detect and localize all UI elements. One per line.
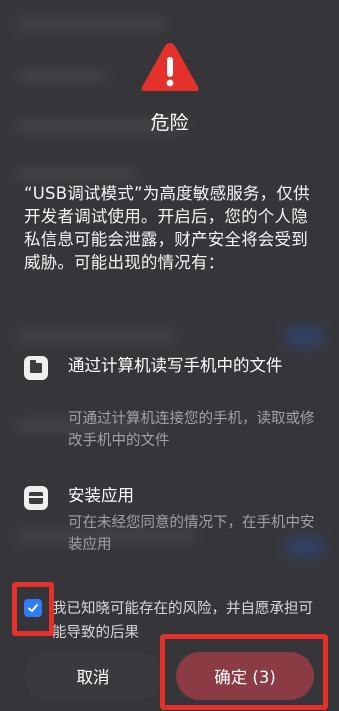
checkbox-highlight-box (12, 582, 54, 636)
usb-debugging-danger-dialog: 危险 “USB调试模式”为高度敏感服务，仅供开发者调试使用。开启后，您的个人隐私… (0, 0, 339, 711)
dialog-title: 危险 (150, 112, 189, 134)
risk-description: 可通过计算机连接您的手机，读取或修改手机中的文件 (68, 411, 315, 449)
warning-icon (141, 43, 199, 91)
cancel-button[interactable]: 取消 (24, 652, 162, 700)
folder-icon (24, 356, 48, 380)
package-icon (24, 486, 48, 510)
risk-title: 安装应用 (68, 486, 134, 505)
dialog-message: “USB调试模式”为高度敏感服务，仅供开发者调试使用。开启后，您的个人隐私信息可… (24, 184, 310, 272)
confirm-highlight-box (160, 634, 328, 710)
risk-title: 通过计算机读写手机中的文件 (68, 356, 283, 375)
risk-description: 可在未经您同意的情况下，在手机中安装应用 (68, 515, 315, 553)
